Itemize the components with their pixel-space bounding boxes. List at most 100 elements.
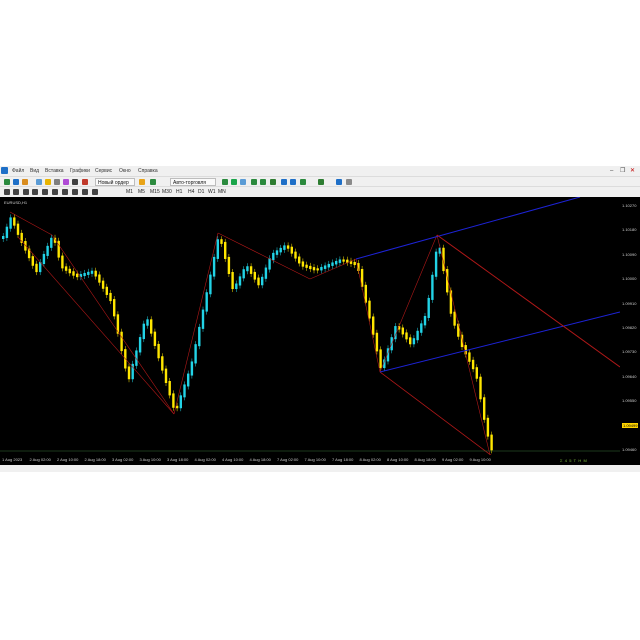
price-scale[interactable]: 1.10270 1.10180 1.10090 1.10000 1.09910 1.098… bbox=[620, 197, 640, 455]
chart-status-counters: Σ 4 5 T H M bbox=[560, 458, 587, 463]
fibonacci-icon[interactable] bbox=[62, 189, 68, 195]
zigzag-segment[interactable] bbox=[173, 232, 219, 415]
candlestick-icon[interactable] bbox=[231, 179, 237, 185]
options-icon[interactable] bbox=[150, 179, 156, 185]
status-counter: H bbox=[578, 458, 582, 463]
indicators-icon[interactable] bbox=[300, 179, 306, 185]
arrow-icon[interactable] bbox=[92, 189, 98, 195]
tf-m30[interactable]: M30 bbox=[162, 189, 172, 195]
candle-body bbox=[261, 276, 264, 286]
channel-line-lower[interactable] bbox=[379, 311, 620, 373]
candle-body bbox=[301, 261, 305, 267]
candle-body bbox=[368, 300, 371, 319]
metaeditor-icon[interactable] bbox=[72, 179, 78, 185]
candle-body bbox=[238, 276, 242, 286]
auto-trading-button[interactable]: Авто-торговля bbox=[170, 178, 216, 186]
candle-body bbox=[427, 297, 430, 318]
candle-body bbox=[157, 343, 160, 359]
zoom-out-icon[interactable] bbox=[260, 179, 266, 185]
time-label: 7 Aug 10:00 bbox=[304, 457, 326, 462]
crosshair-icon[interactable] bbox=[13, 189, 19, 195]
minimize-icon[interactable]: – bbox=[610, 168, 613, 174]
metaeditor-launch-icon[interactable] bbox=[139, 179, 145, 185]
close-icon[interactable]: ✕ bbox=[630, 168, 635, 174]
market-watch-icon[interactable] bbox=[22, 179, 28, 185]
strategy-tester-icon[interactable] bbox=[63, 179, 69, 185]
candle-body bbox=[434, 251, 438, 277]
candle-body bbox=[379, 349, 382, 369]
tf-m5[interactable]: M5 bbox=[138, 189, 145, 195]
shapes-icon[interactable] bbox=[82, 189, 88, 195]
zigzag-segment[interactable] bbox=[9, 211, 53, 236]
tf-d1[interactable]: D1 bbox=[198, 189, 204, 195]
tf-m15[interactable]: M15 bbox=[150, 189, 160, 195]
chart-shift-icon[interactable] bbox=[281, 179, 287, 185]
time-label: 9 Aug 10:00 bbox=[469, 457, 491, 462]
new-chart-icon[interactable] bbox=[4, 179, 10, 185]
candle-body bbox=[316, 268, 319, 271]
signals-icon[interactable] bbox=[82, 179, 88, 185]
zoom-in-icon[interactable] bbox=[251, 179, 257, 185]
price-chart[interactable] bbox=[0, 197, 620, 455]
menu-charts[interactable]: Графики bbox=[70, 168, 90, 174]
navigator-icon[interactable] bbox=[45, 179, 51, 185]
trend-line[interactable] bbox=[379, 371, 500, 455]
menu-insert[interactable]: Вставка bbox=[45, 168, 64, 174]
bar-chart-icon[interactable] bbox=[222, 179, 228, 185]
candle-body bbox=[338, 259, 342, 263]
candle-body bbox=[153, 331, 157, 346]
equidistant-channel-icon[interactable] bbox=[52, 189, 58, 195]
terminal-window: Файл Вид Вставка Графики Сервис Окно Спр… bbox=[0, 166, 640, 472]
menu-view[interactable]: Вид bbox=[30, 168, 39, 174]
time-label: 4 Aug 10:00 bbox=[222, 457, 244, 462]
data-window-icon[interactable] bbox=[36, 179, 42, 185]
status-counter: M bbox=[583, 458, 587, 463]
chart-window[interactable]: EURUSD,H1 bbox=[0, 197, 620, 455]
templates-icon[interactable] bbox=[318, 179, 324, 185]
candle-body bbox=[283, 245, 286, 250]
settings-icon[interactable] bbox=[346, 179, 352, 185]
app-icon bbox=[1, 167, 8, 174]
candle-body bbox=[135, 350, 138, 366]
new-order-button[interactable]: Новый ордер bbox=[95, 178, 135, 186]
candle-body bbox=[101, 280, 105, 289]
menu-help[interactable]: Справка bbox=[138, 168, 158, 174]
trend-line-diagonal[interactable] bbox=[436, 234, 620, 368]
menu-window[interactable]: Окно bbox=[119, 168, 131, 174]
time-label: 4 Aug 18:00 bbox=[249, 457, 271, 462]
line-chart-icon[interactable] bbox=[240, 179, 246, 185]
time-label: 8 Aug 18:00 bbox=[414, 457, 436, 462]
candle-body bbox=[105, 286, 108, 295]
tf-h1[interactable]: H1 bbox=[176, 189, 182, 195]
tile-windows-icon[interactable] bbox=[270, 179, 276, 185]
time-scale[interactable]: 1 Aug 2023 2 Aug 02:00 2 Aug 10:00 2 Aug 18… bbox=[0, 455, 640, 465]
tf-m1[interactable]: M1 bbox=[126, 189, 133, 195]
time-label: 8 Aug 02:00 bbox=[359, 457, 381, 462]
trendline-icon[interactable] bbox=[42, 189, 48, 195]
menu-file[interactable]: Файл bbox=[12, 168, 24, 174]
zigzag-segment[interactable] bbox=[355, 258, 381, 373]
vertical-line-icon[interactable] bbox=[23, 189, 29, 195]
candle-body bbox=[190, 361, 194, 376]
terminal-icon[interactable] bbox=[54, 179, 60, 185]
candle-body bbox=[246, 266, 249, 272]
tf-w1[interactable]: W1 bbox=[208, 189, 216, 195]
tf-mn[interactable]: MN bbox=[218, 189, 226, 195]
cursor-icon[interactable] bbox=[4, 189, 10, 195]
profiles-icon[interactable] bbox=[13, 179, 19, 185]
autoscroll-icon[interactable] bbox=[290, 179, 296, 185]
current-price-label: 1.09499 bbox=[622, 422, 639, 428]
candle-body bbox=[83, 272, 86, 277]
candle-body bbox=[416, 330, 419, 341]
text-tool-icon[interactable] bbox=[72, 189, 78, 195]
zigzag-segment[interactable] bbox=[51, 234, 175, 415]
candle-body bbox=[64, 266, 68, 271]
tf-h4[interactable]: H4 bbox=[188, 189, 194, 195]
periods-icon[interactable] bbox=[336, 179, 342, 185]
horizontal-line-icon[interactable] bbox=[32, 189, 38, 195]
candle-body bbox=[216, 239, 219, 259]
restore-icon[interactable]: ❐ bbox=[620, 168, 625, 174]
candle-body bbox=[161, 356, 164, 371]
channel-line-upper[interactable] bbox=[355, 197, 581, 260]
menu-tools[interactable]: Сервис bbox=[95, 168, 112, 174]
